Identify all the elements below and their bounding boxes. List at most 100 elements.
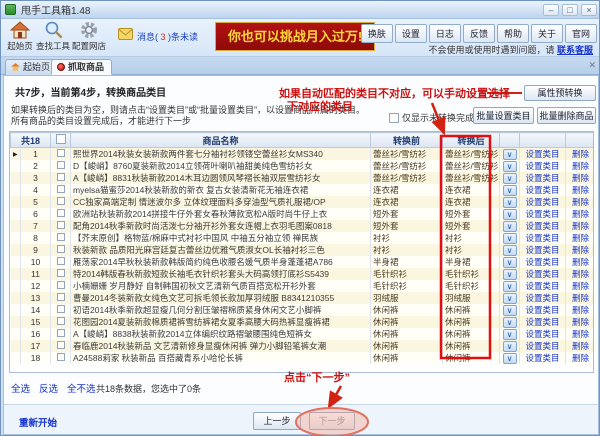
close-button[interactable]: × xyxy=(581,4,597,16)
delete-link[interactable]: 删除 xyxy=(572,281,589,291)
set-category-link[interactable]: 设置类目 xyxy=(526,209,560,219)
set-category-link[interactable]: 设置类目 xyxy=(526,281,560,291)
table-row[interactable]: 12小楠姗姗 岁月静好 自制韩国初秋文艺清新气质百搭宽松开衫外套毛针织衫毛针织衫… xyxy=(11,280,595,292)
log-button[interactable]: 日志 xyxy=(429,24,461,43)
category-dropdown[interactable]: ∨ xyxy=(503,281,517,292)
restart-link[interactable]: 重新开始 xyxy=(19,415,57,429)
delete-link[interactable]: 删除 xyxy=(572,233,589,243)
row-checkbox[interactable] xyxy=(57,305,65,313)
row-checkbox[interactable] xyxy=(57,173,65,181)
set-category-link[interactable]: 设置类目 xyxy=(526,245,560,255)
delete-link[interactable]: 删除 xyxy=(572,269,589,279)
category-dropdown[interactable]: ∨ xyxy=(503,173,517,184)
tab-fetch-products[interactable]: 抓取商品 xyxy=(51,59,112,75)
toolbar-item-search[interactable]: 查找工具 xyxy=(36,21,70,52)
table-row[interactable]: 17春临鹿2014秋装新品 文艺清新修身显瘦休闲裤 弹力小脚铅笔裤女潮休闲裤休闲… xyxy=(11,340,595,352)
category-dropdown[interactable]: ∨ xyxy=(503,341,517,352)
table-row[interactable]: ▶1熙世界2014秋装女装新款两件套七分袖衬衫领镂空蕾丝衫女MS340蕾丝衫/雪… xyxy=(11,148,595,161)
category-dropdown[interactable]: ∨ xyxy=(503,233,517,244)
delete-link[interactable]: 删除 xyxy=(572,161,589,171)
table-row[interactable]: 10雁荡家2014早秋秋装新款韩版简约纯色收腰名媛气质半身蓬蓬裙A786半身裙半… xyxy=(11,256,595,268)
set-category-link[interactable]: 设置类目 xyxy=(526,173,560,183)
table-row[interactable]: 3A【峻峭】8831秋装新款2014木耳边圆领风琴褶长袖双层雪纺衫女蕾丝衫/雪纺… xyxy=(11,172,595,184)
row-checkbox[interactable] xyxy=(57,317,65,325)
delete-link[interactable]: 删除 xyxy=(572,245,589,255)
set-category-link[interactable]: 设置类目 xyxy=(526,293,560,303)
row-checkbox[interactable] xyxy=(57,293,65,301)
delete-link[interactable]: 删除 xyxy=(572,197,589,207)
select-none-link[interactable]: 全不选 xyxy=(67,381,96,395)
category-dropdown[interactable]: ∨ xyxy=(503,305,517,316)
category-dropdown[interactable]: ∨ xyxy=(503,257,517,268)
contact-support-link[interactable]: 联系客服 xyxy=(557,45,593,55)
tab-close-icon[interactable]: ✕ xyxy=(588,60,596,71)
row-checkbox[interactable] xyxy=(57,197,65,205)
website-button[interactable]: 官网 xyxy=(565,24,597,43)
table-row[interactable]: 14初语2014秋季新款超显瘦几何分割压皱褶棉质紧身休闲文艺小脚裤休闲裤休闲裤∨… xyxy=(11,304,595,316)
table-row[interactable]: 11特2014韩版春秋新款短款长袖毛衣针织衫套头大码高领打底衫S5439毛针织衫… xyxy=(11,268,595,280)
set-category-link[interactable]: 设置类目 xyxy=(526,341,560,351)
column-header-name[interactable]: 商品名称 xyxy=(71,133,371,148)
set-category-link[interactable]: 设置类目 xyxy=(526,269,560,279)
table-row[interactable]: 18A24588莉家 秋装新品 百搭藏青系小哈伦长裤休闲裤休闲裤∨设置类目删除 xyxy=(11,352,595,364)
select-all-checkbox[interactable] xyxy=(56,134,66,144)
category-dropdown[interactable]: ∨ xyxy=(503,353,517,364)
category-dropdown[interactable]: ∨ xyxy=(503,185,517,196)
delete-link[interactable]: 删除 xyxy=(572,257,589,267)
message-status[interactable]: 消息( 3 )条未读 xyxy=(137,30,198,43)
row-checkbox[interactable] xyxy=(57,221,65,229)
row-checkbox[interactable] xyxy=(57,245,65,253)
set-category-link[interactable]: 设置类目 xyxy=(526,161,560,171)
set-category-link[interactable]: 设置类目 xyxy=(526,197,560,207)
row-checkbox[interactable] xyxy=(57,209,65,217)
next-step-button[interactable]: 下一步 xyxy=(309,412,355,430)
delete-link[interactable]: 删除 xyxy=(572,209,589,219)
help-button[interactable]: 帮助 xyxy=(497,24,529,43)
category-dropdown[interactable]: ∨ xyxy=(503,221,517,232)
row-checkbox[interactable] xyxy=(57,269,65,277)
set-category-link[interactable]: 设置类目 xyxy=(526,233,560,243)
delete-link[interactable]: 删除 xyxy=(572,221,589,231)
row-checkbox[interactable] xyxy=(57,149,65,157)
delete-link[interactable]: 删除 xyxy=(572,305,589,315)
table-row[interactable]: 9秋装新款 品质阳光麻宫廷复古蕾丝边优雅气质淑女OL长袖衬衫三色衬衫衬衫∨设置类… xyxy=(11,244,595,256)
table-row[interactable]: 6欧洲站秋装新款2014拼接牛仔外套女春秋薄款宽松A版时尚牛仔上衣短外套短外套∨… xyxy=(11,208,595,220)
category-dropdown[interactable]: ∨ xyxy=(503,293,517,304)
row-checkbox[interactable] xyxy=(57,257,65,265)
previous-step-button[interactable]: 上一步 xyxy=(253,412,301,430)
set-category-link[interactable]: 设置类目 xyxy=(526,353,560,363)
maximize-button[interactable]: □ xyxy=(562,4,578,16)
row-checkbox[interactable] xyxy=(57,281,65,289)
row-checkbox[interactable] xyxy=(57,353,65,361)
column-header-before[interactable]: 转换前 xyxy=(371,133,443,148)
set-category-link[interactable]: 设置类目 xyxy=(526,257,560,267)
promo-banner[interactable]: 你也可以挑战月入过万! xyxy=(215,22,375,51)
set-category-link[interactable]: 设置类目 xyxy=(526,221,560,231)
table-row[interactable]: 5CC独家高端定制 情迷波尔多 立体纹理面料多穿油型气质礼服裙/OP连衣裙连衣裙… xyxy=(11,196,595,208)
table-row[interactable]: 2D【峻峭】8760夏装新款2014立领荷叶喇叭袖甜美纯色雪纺衫女蕾丝衫/雪纺衫… xyxy=(11,160,595,172)
toolbar-item-config[interactable]: 配置网店 xyxy=(71,21,107,52)
delete-link[interactable]: 删除 xyxy=(572,341,589,351)
toolbar-item-home[interactable]: 起始页 xyxy=(5,21,35,52)
table-row[interactable]: 16A【峻峭】8838秋装新款2014立体编织纹路褶皱腰围纯色短裤女休闲裤休闲裤… xyxy=(11,328,595,340)
delete-link[interactable]: 删除 xyxy=(572,317,589,327)
category-dropdown[interactable]: ∨ xyxy=(503,209,517,220)
category-dropdown[interactable]: ∨ xyxy=(503,149,517,160)
category-dropdown[interactable]: ∨ xyxy=(503,161,517,172)
delete-link[interactable]: 删除 xyxy=(572,185,589,195)
row-checkbox[interactable] xyxy=(57,341,65,349)
batch-delete-button[interactable]: 批量删除商品 xyxy=(537,107,596,124)
set-category-link[interactable]: 设置类目 xyxy=(526,305,560,315)
delete-link[interactable]: 删除 xyxy=(572,149,589,159)
set-category-link[interactable]: 设置类目 xyxy=(526,317,560,327)
table-row[interactable]: 8【芥末原创】格物蓝/棉麻中式衬衫中国风 中袖五分袖立领 禅民族衬衫衬衫∨设置类… xyxy=(11,232,595,244)
invert-selection-link[interactable]: 反选 xyxy=(39,381,58,395)
category-dropdown[interactable]: ∨ xyxy=(503,269,517,280)
table-row[interactable]: 4myelsa猫蜜莎2014秋装新款的新衣 复古女装清新花无袖连衣裙连衣裙连衣裙… xyxy=(11,184,595,196)
pre-convert-button[interactable]: 属性预转换 xyxy=(524,85,596,101)
table-row[interactable]: 7配角2014秋季新款时尚活泼七分袖开衫外套女连帽上衣羽毛图案0818短外套短外… xyxy=(11,220,595,232)
row-checkbox[interactable] xyxy=(57,185,65,193)
set-category-link[interactable]: 设置类目 xyxy=(526,149,560,159)
category-dropdown[interactable]: ∨ xyxy=(503,245,517,256)
settings-button[interactable]: 设置 xyxy=(395,24,427,43)
